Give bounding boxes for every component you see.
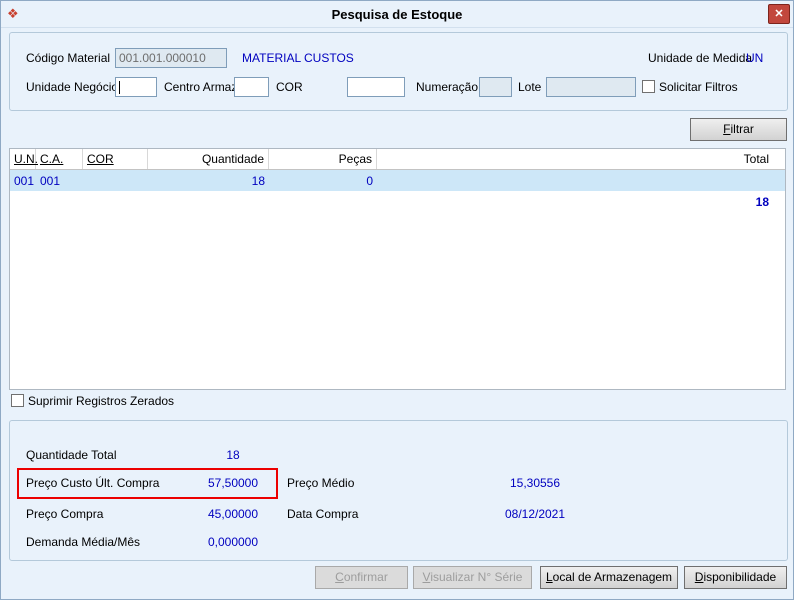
suprimir-checkbox[interactable] [11,394,24,407]
cell-pecas: 0 [366,174,373,188]
total-row: 18 [10,191,785,212]
preco-custo-label: Preço Custo Últ. Compra [26,476,160,490]
filter-groupbox: Código Material MATERIAL CUSTOS Unidade … [9,32,788,111]
confirmar-button: Confirmar [315,566,408,589]
total-value: 18 [755,195,769,209]
column-header-total: Total [743,152,769,166]
numeracao-label: Numeração [416,80,479,94]
solicitar-filtros-label: Solicitar Filtros [659,80,738,94]
suprimir-label: Suprimir Registros Zerados [28,394,175,408]
cor-input[interactable] [347,77,405,97]
preco-custo-value: 57,50000 [207,476,259,490]
titlebar: ❖ Pesquisa de Estoque ✕ [1,1,793,28]
data-compra-value: 08/12/2021 [504,507,566,521]
summary-groupbox: Quantidade Total 18 Preço Custo Últ. Com… [9,420,788,561]
centro-armaz-input[interactable] [234,77,269,97]
centro-armaz-label: Centro Armaz. [164,80,241,94]
solicitar-filtros-checkbox[interactable] [642,80,655,93]
column-header-quantidade: Quantidade [148,149,269,169]
column-header-pecas: Peças [269,149,377,169]
pesquisa-estoque-dialog: ❖ Pesquisa de Estoque ✕ Código Material … [0,0,794,600]
window-title: Pesquisa de Estoque [331,7,463,22]
disponibilidade-button[interactable]: Disponibilidade [684,566,787,589]
lote-label: Lote [518,80,542,94]
unidade-medida-label: Unidade de Medida [648,51,753,65]
visualizar-serie-button: Visualizar N° Série [413,566,532,589]
material-description: MATERIAL CUSTOS [242,51,354,65]
demanda-label: Demanda Média/Mês [26,535,141,549]
codigo-material-field [115,48,227,68]
filtrar-button[interactable]: Filtrar [690,118,787,141]
close-button[interactable]: ✕ [768,4,790,24]
table-header: U.N. C.A. COR Quantidade Peças Total [10,149,785,170]
preco-compra-label: Preço Compra [26,507,104,521]
table-row[interactable]: 001 001 18 0 [10,170,785,191]
local-armazenagem-button[interactable]: Local de Armazenagem [540,566,678,589]
results-table: U.N. C.A. COR Quantidade Peças Total 001… [9,148,786,390]
unidade-medida-value: UN [746,51,764,65]
preco-medio-value: 15,30556 [509,476,561,490]
quantidade-total-value: 18 [226,448,240,462]
text-caret [119,81,120,94]
lote-field [546,77,636,97]
cell-ca: 001 [40,174,61,188]
unidade-negocio-label: Unidade Negócio [26,80,119,94]
column-header-un[interactable]: U.N. [10,149,38,169]
preco-medio-label: Preço Médio [287,476,355,490]
cor-label: COR [276,80,303,94]
preco-compra-value: 45,00000 [207,507,259,521]
cell-rest [377,170,785,191]
cell-cor [83,170,148,191]
numeracao-field [479,77,512,97]
unidade-negocio-input[interactable] [115,77,157,97]
data-compra-label: Data Compra [287,507,359,521]
close-icon: ✕ [774,7,784,20]
cell-un: 001 [14,174,35,188]
quantidade-total-label: Quantidade Total [26,448,117,462]
codigo-material-label: Código Material [26,51,111,65]
demanda-value: 0,000000 [207,535,259,549]
column-header-ca[interactable]: C.A. [36,149,83,169]
cell-quantidade: 18 [251,174,265,188]
column-header-cor[interactable]: COR [83,149,148,169]
